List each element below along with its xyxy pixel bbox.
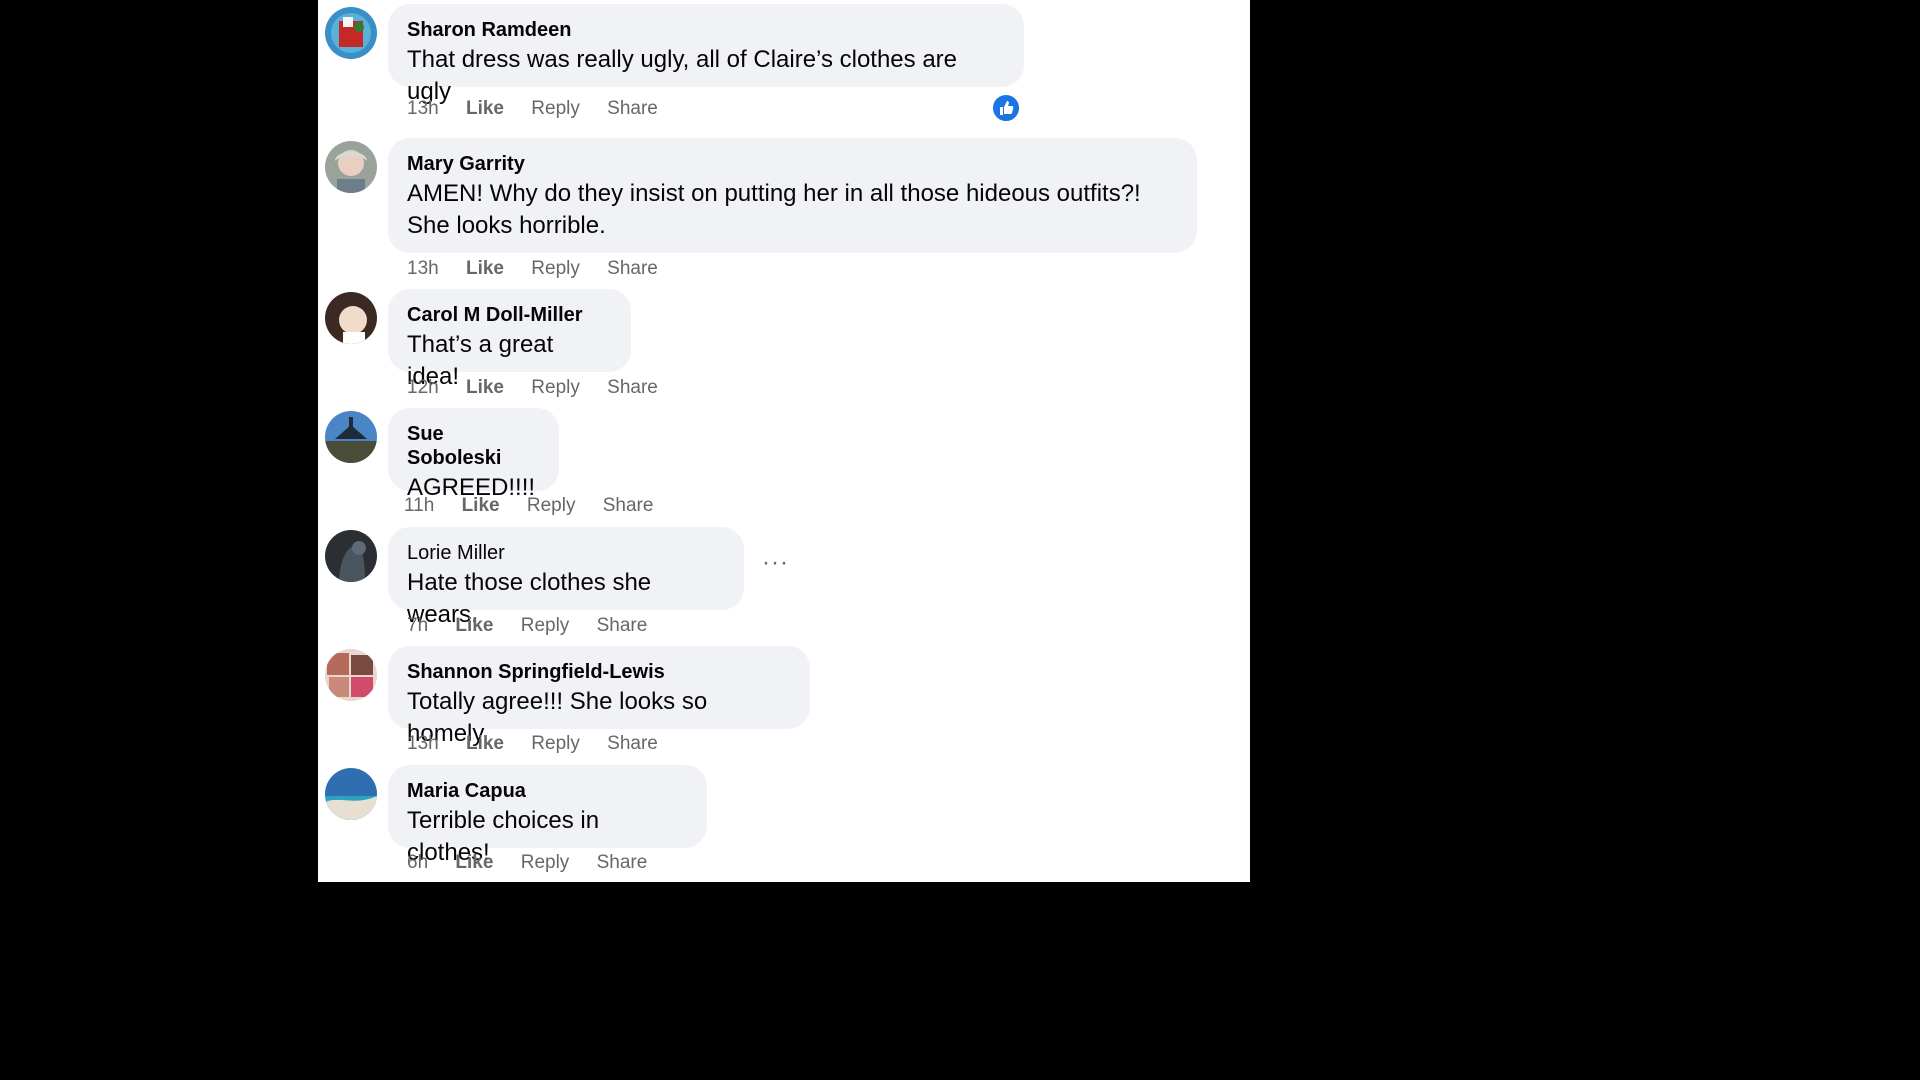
commenter-name[interactable]: Sue Soboleski bbox=[407, 422, 540, 470]
avatar[interactable] bbox=[325, 411, 377, 463]
share-button[interactable]: Share bbox=[607, 258, 658, 279]
like-button[interactable]: Like bbox=[455, 852, 493, 873]
comment-actions: 6h Like Reply Share bbox=[407, 852, 669, 874]
commenter-name[interactable]: Shannon Springfield-Lewis bbox=[407, 660, 791, 684]
comment-actions: 11h Like Reply Share bbox=[404, 495, 675, 517]
reply-button[interactable]: Reply bbox=[531, 733, 580, 754]
reply-button[interactable]: Reply bbox=[531, 258, 580, 279]
avatar[interactable] bbox=[325, 649, 377, 701]
reply-button[interactable]: Reply bbox=[531, 98, 580, 119]
commenter-name[interactable]: Carol M Doll-Miller bbox=[407, 303, 612, 327]
comment-timestamp[interactable]: 12h bbox=[407, 377, 439, 398]
like-button[interactable]: Like bbox=[455, 615, 493, 636]
share-button[interactable]: Share bbox=[607, 377, 658, 398]
thumbs-up-icon[interactable] bbox=[991, 93, 1021, 123]
reply-button[interactable]: Reply bbox=[521, 615, 570, 636]
like-button[interactable]: Like bbox=[466, 258, 504, 279]
share-button[interactable]: Share bbox=[603, 495, 654, 516]
comment-timestamp[interactable]: 6h bbox=[407, 852, 428, 873]
comment-timestamp[interactable]: 7h bbox=[407, 615, 428, 636]
comment-timestamp[interactable]: 13h bbox=[407, 98, 439, 119]
comment-bubble: Sue Soboleski AGREED!!!! bbox=[388, 408, 559, 501]
reply-button[interactable]: Reply bbox=[527, 495, 576, 516]
comment-actions: 7h Like Reply Share bbox=[407, 615, 669, 637]
share-button[interactable]: Share bbox=[607, 98, 658, 119]
commenter-name[interactable]: Mary Garrity bbox=[407, 152, 1178, 176]
comment-bubble: Maria Capua Terrible choices in clothes! bbox=[388, 765, 707, 866]
like-button[interactable]: Like bbox=[466, 733, 504, 754]
comment-timestamp[interactable]: 13h bbox=[407, 733, 439, 754]
commenter-name[interactable]: Lorie Miller bbox=[407, 541, 725, 565]
comment-bubble: Lorie Miller Hate those clothes she wear… bbox=[388, 527, 744, 628]
reply-button[interactable]: Reply bbox=[521, 852, 570, 873]
comment-timestamp[interactable]: 13h bbox=[407, 258, 439, 279]
avatar[interactable] bbox=[325, 141, 377, 193]
like-button[interactable]: Like bbox=[466, 98, 504, 119]
like-button[interactable]: Like bbox=[466, 377, 504, 398]
comment-timestamp[interactable]: 11h bbox=[404, 495, 434, 516]
commenter-name[interactable]: Sharon Ramdeen bbox=[407, 18, 1005, 42]
comment-bubble: Mary Garrity AMEN! Why do they insist on… bbox=[388, 138, 1197, 253]
comment-actions: 13h Like Reply Share bbox=[407, 98, 680, 120]
avatar[interactable] bbox=[325, 7, 377, 59]
commenter-name[interactable]: Maria Capua bbox=[407, 779, 688, 803]
share-button[interactable]: Share bbox=[607, 733, 658, 754]
share-button[interactable]: Share bbox=[597, 852, 648, 873]
comment-actions: 12h Like Reply Share bbox=[407, 377, 680, 399]
avatar[interactable] bbox=[325, 292, 377, 344]
share-button[interactable]: Share bbox=[597, 615, 648, 636]
avatar[interactable] bbox=[325, 768, 377, 820]
comments-panel: Sharon Ramdeen That dress was really ugl… bbox=[318, 0, 1250, 882]
comment-bubble: Sharon Ramdeen That dress was really ugl… bbox=[388, 4, 1024, 105]
comment-bubble: Shannon Springfield-Lewis Totally agree!… bbox=[388, 646, 810, 747]
like-button[interactable]: Like bbox=[462, 495, 500, 516]
ellipsis-icon[interactable]: ··· bbox=[762, 551, 789, 575]
comment-text: AMEN! Why do they insist on putting her … bbox=[407, 180, 1141, 239]
comment-bubble: Carol M Doll-Miller That’s a great idea! bbox=[388, 289, 631, 390]
reply-button[interactable]: Reply bbox=[531, 377, 580, 398]
comment-actions: 13h Like Reply Share bbox=[407, 258, 680, 280]
comment-actions: 13h Like Reply Share bbox=[407, 733, 680, 755]
avatar[interactable] bbox=[325, 530, 377, 582]
